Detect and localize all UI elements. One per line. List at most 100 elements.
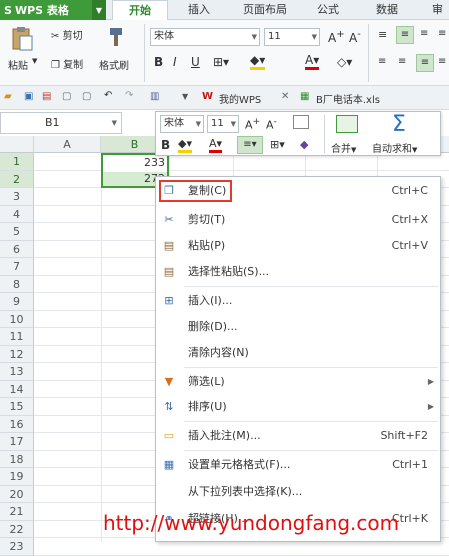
align-center-icon[interactable]: ≡▾ xyxy=(237,136,263,154)
fill-color-icon[interactable]: ◆▾ xyxy=(250,53,266,70)
print-icon[interactable]: ▥ xyxy=(150,91,159,102)
menu-item-cut[interactable]: ✂ 剪切(T) Ctrl+X xyxy=(156,208,440,232)
align-bottom-icon[interactable]: ≡ xyxy=(420,28,428,39)
print-preview-icon[interactable]: ▢ xyxy=(62,91,71,102)
menu-item-filter[interactable]: ▼ 筛选(L) ▶ xyxy=(156,370,440,394)
doc-tab-file[interactable]: B厂电话本.xls xyxy=(316,91,380,106)
row-header[interactable]: 7 xyxy=(0,258,34,276)
menu-item-paste[interactable]: ▤ 粘贴(P) Ctrl+V xyxy=(156,234,440,258)
row-header[interactable]: 18 xyxy=(0,450,34,468)
decrease-font-icon[interactable]: A- xyxy=(266,116,277,132)
cell-style-icon[interactable] xyxy=(293,115,309,129)
decrease-font-icon[interactable]: A- xyxy=(349,29,361,45)
row-header[interactable]: 2 xyxy=(0,170,34,188)
underline-icon[interactable]: U xyxy=(191,55,200,69)
paste-icon[interactable] xyxy=(10,26,34,52)
menu-item-insert[interactable]: ⊞ 插入(I)... xyxy=(156,289,440,313)
border-icon[interactable]: ⊞▾ xyxy=(270,138,285,151)
menu-item-insert-comment[interactable]: ▭ 插入批注(M)... Shift+F2 xyxy=(156,424,440,448)
justify-icon[interactable]: ≡ xyxy=(438,56,446,67)
row-header[interactable]: 11 xyxy=(0,328,34,346)
paste-button[interactable]: 粘贴 xyxy=(8,57,28,72)
doc-tab-mywps[interactable]: 我的WPS xyxy=(219,91,261,106)
row-header[interactable]: 1 xyxy=(0,153,34,171)
menu-item-paste-special[interactable]: ▤ 选择性粘贴(S)... xyxy=(156,260,440,284)
row-header[interactable]: 6 xyxy=(0,240,34,258)
menu-item-format-cells[interactable]: ▦ 设置单元格格式(F)... Ctrl+1 xyxy=(156,453,440,477)
mini-size-select[interactable]: 11 ▼ xyxy=(207,115,239,133)
font-color-icon[interactable]: A▾ xyxy=(305,53,320,70)
row-header[interactable]: 19 xyxy=(0,468,34,486)
merge-button[interactable]: 合并▼ xyxy=(331,140,356,155)
row-header[interactable]: 9 xyxy=(0,293,34,311)
row-header[interactable]: 4 xyxy=(0,205,34,223)
select-all-corner[interactable] xyxy=(0,136,34,153)
row-header[interactable]: 23 xyxy=(0,538,34,556)
row-header[interactable]: 13 xyxy=(0,363,34,381)
increase-font-icon[interactable]: A+ xyxy=(328,29,345,45)
align-middle-icon[interactable]: ≡ xyxy=(396,26,414,44)
align-right-icon[interactable]: ≡ xyxy=(416,54,434,72)
menu-item-sort[interactable]: ⇅ 排序(U) ▶ xyxy=(156,395,440,419)
format-painter-button[interactable]: 格式刷 xyxy=(99,57,129,72)
redo-icon[interactable]: ↷ xyxy=(125,90,133,101)
document-icon[interactable]: ▢ xyxy=(82,91,91,102)
bold-icon[interactable]: B xyxy=(161,138,170,152)
row-header[interactable]: 17 xyxy=(0,433,34,451)
fill-color-icon[interactable]: ◆▾ xyxy=(178,137,192,153)
row-header[interactable]: 20 xyxy=(0,485,34,503)
cell-b1[interactable]: 233 xyxy=(144,156,165,169)
open-icon[interactable]: ▰ xyxy=(4,91,12,102)
wrap-icon[interactable]: ≡ xyxy=(438,28,446,39)
row-header[interactable]: 22 xyxy=(0,520,34,538)
menu-item-delete[interactable]: 删除(D)... xyxy=(156,315,440,339)
row-header[interactable]: 8 xyxy=(0,275,34,293)
align-top-icon[interactable]: ≡ xyxy=(378,28,387,41)
clear-format-icon[interactable]: ◇▾ xyxy=(337,55,352,69)
tab-formula[interactable]: 公式 xyxy=(317,0,339,20)
tab-home[interactable]: 开始 xyxy=(112,0,168,20)
column-header-a[interactable]: A xyxy=(34,136,101,153)
format-painter-icon[interactable] xyxy=(104,26,126,48)
border-icon[interactable]: ⊞▾ xyxy=(213,55,229,69)
row-header[interactable]: 14 xyxy=(0,380,34,398)
chevron-down-icon[interactable]: ▼ xyxy=(32,57,37,65)
font-name-select[interactable]: 宋体 ▼ xyxy=(150,28,260,46)
row-header[interactable]: 5 xyxy=(0,223,34,241)
menu-item-pick-from-list[interactable]: 从下拉列表中选择(K)... xyxy=(156,480,440,504)
copy-button[interactable]: ❐ 复制 xyxy=(51,56,83,71)
sum-icon[interactable]: Σ xyxy=(392,112,406,137)
row-header[interactable]: 3 xyxy=(0,188,34,206)
row-header[interactable]: 16 xyxy=(0,415,34,433)
bold-icon[interactable]: B xyxy=(154,55,163,69)
menu-item-clear-contents[interactable]: 清除内容(N) xyxy=(156,341,440,365)
mini-font-select[interactable]: 宋体 ▼ xyxy=(160,115,204,133)
close-icon[interactable]: ✕ xyxy=(281,91,289,102)
autosum-button[interactable]: 自动求和▼ xyxy=(372,140,417,155)
app-menu-button[interactable]: S WPS 表格 ▼ xyxy=(0,0,106,20)
font-size-select[interactable]: 11 ▼ xyxy=(264,28,320,46)
row-header[interactable]: 21 xyxy=(0,503,34,521)
row-gridline xyxy=(34,554,449,556)
align-left-icon[interactable]: ≡ xyxy=(378,56,386,67)
row-header[interactable]: 15 xyxy=(0,398,34,416)
tab-insert[interactable]: 插入 xyxy=(188,0,210,20)
font-color-icon[interactable]: A▾ xyxy=(209,137,223,153)
align-center-icon[interactable]: ≡ xyxy=(398,56,406,67)
row-header[interactable]: 12 xyxy=(0,345,34,363)
pdf-icon[interactable]: ▤ xyxy=(42,91,51,102)
name-box[interactable]: B1 ▼ xyxy=(0,112,122,134)
italic-icon[interactable]: I xyxy=(173,55,177,69)
undo-icon[interactable]: ↶ xyxy=(104,90,112,101)
cut-button[interactable]: ✂ 剪切 xyxy=(51,27,83,42)
tab-page-layout[interactable]: 页面布局 xyxy=(243,0,287,20)
increase-font-icon[interactable]: A+ xyxy=(245,116,260,132)
eraser-icon[interactable]: ◆ xyxy=(300,138,308,151)
menu-item-copy[interactable]: ❐ 复制(C) Ctrl+C xyxy=(156,179,440,203)
save-icon[interactable]: ▣ xyxy=(24,91,33,102)
row-header[interactable]: 10 xyxy=(0,310,34,328)
chevron-down-icon[interactable]: ▼ xyxy=(182,92,188,101)
tab-data[interactable]: 数据 xyxy=(376,0,398,20)
merge-icon[interactable] xyxy=(336,115,358,133)
tab-review[interactable]: 审阅 xyxy=(432,0,449,36)
